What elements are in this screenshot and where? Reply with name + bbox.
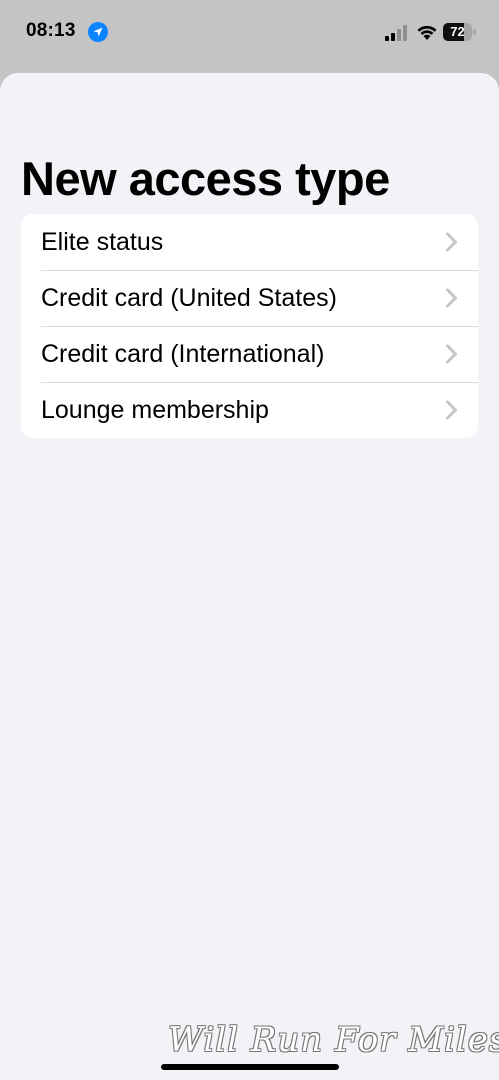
battery-body: 72 bbox=[443, 23, 472, 41]
status-bar: 08:13 72 bbox=[0, 0, 499, 64]
access-type-list: Elite status Credit card (United States)… bbox=[21, 214, 478, 438]
chevron-right-icon bbox=[446, 344, 457, 364]
watermark: Will Run For Miles bbox=[168, 1020, 499, 1060]
list-item-label: Credit card (United States) bbox=[41, 283, 337, 312]
home-indicator[interactable] bbox=[161, 1064, 339, 1070]
list-item-label: Lounge membership bbox=[41, 395, 269, 424]
list-item-elite-status[interactable]: Elite status bbox=[21, 214, 478, 270]
list-item-label: Credit card (International) bbox=[41, 339, 325, 368]
battery-level: 72 bbox=[450, 24, 465, 39]
status-time: 08:13 bbox=[26, 20, 76, 41]
page-title: New access type bbox=[21, 152, 390, 205]
location-arrow-icon bbox=[88, 22, 108, 42]
battery-icon: 72 bbox=[443, 23, 476, 41]
battery-cap bbox=[473, 29, 476, 35]
chevron-right-icon bbox=[446, 288, 457, 308]
modal-sheet: New access type Elite status Credit card… bbox=[0, 73, 499, 1080]
cellular-signal-icon bbox=[385, 25, 407, 41]
wifi-icon bbox=[417, 25, 437, 40]
list-item-label: Elite status bbox=[41, 227, 164, 256]
chevron-right-icon bbox=[446, 232, 457, 252]
chevron-right-icon bbox=[446, 400, 457, 420]
screen: 08:13 72 New access type Elite status Cr… bbox=[0, 0, 499, 1080]
list-item-credit-card-international[interactable]: Credit card (International) bbox=[21, 326, 478, 382]
list-item-credit-card-us[interactable]: Credit card (United States) bbox=[21, 270, 478, 326]
list-item-lounge-membership[interactable]: Lounge membership bbox=[21, 382, 478, 438]
